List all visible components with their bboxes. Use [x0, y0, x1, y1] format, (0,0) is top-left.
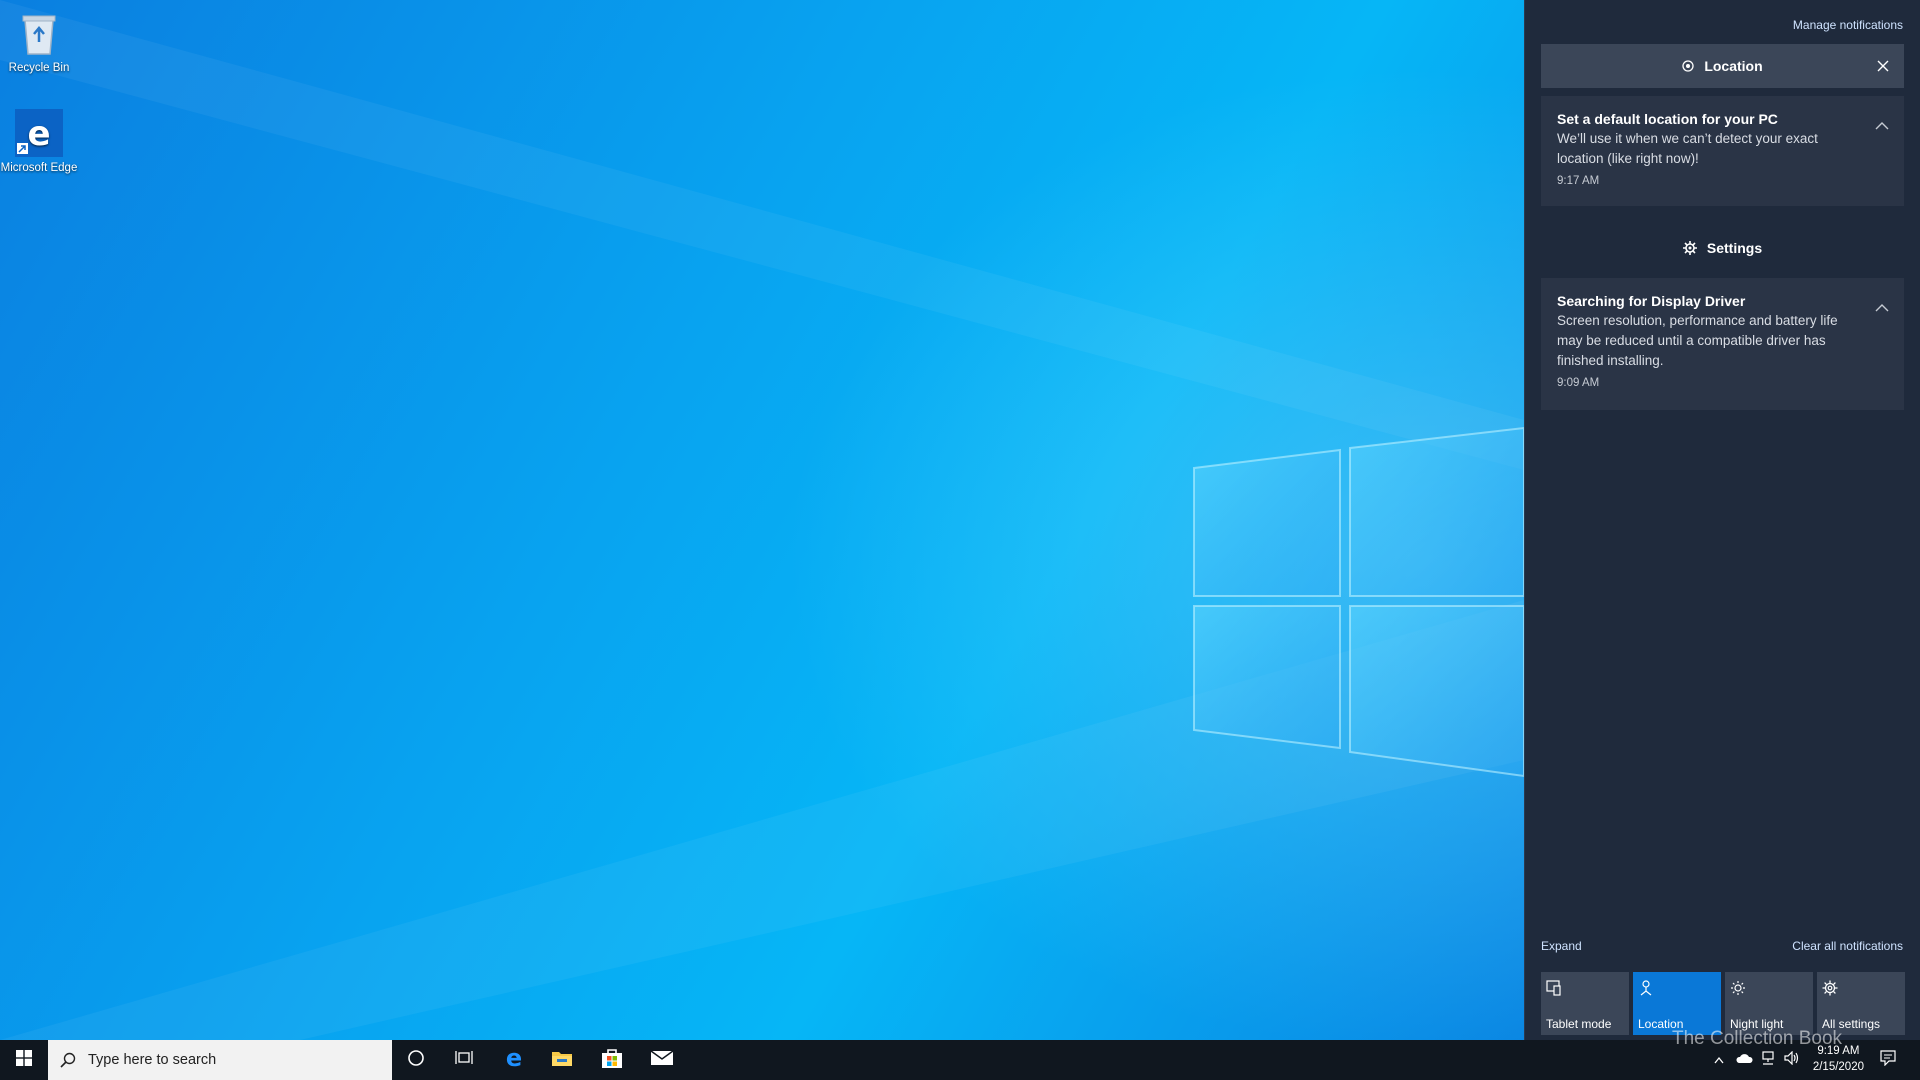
- svg-text:e: e: [27, 114, 50, 154]
- close-icon[interactable]: [1874, 57, 1892, 75]
- manage-notifications-link[interactable]: Manage notifications: [1793, 18, 1903, 32]
- task-view-button[interactable]: [440, 1040, 488, 1080]
- windows-logo-icon: [16, 1049, 32, 1071]
- wallpaper: [0, 0, 1524, 1040]
- location-icon: [1638, 980, 1716, 998]
- task-view-icon: [455, 1050, 473, 1071]
- action-center-button[interactable]: [1870, 1040, 1906, 1080]
- search-placeholder: Type here to search: [88, 1052, 217, 1068]
- quick-action-location[interactable]: Location: [1633, 972, 1721, 1035]
- search-icon: [48, 1052, 88, 1068]
- notification-title: Set a default location for your PC: [1557, 111, 1778, 127]
- chevron-up-icon[interactable]: [1874, 118, 1890, 130]
- notification-body: We’ll use it when we can’t detect your e…: [1557, 131, 1818, 166]
- file-explorer-icon: [551, 1049, 573, 1072]
- taskbar-edge-button[interactable]: e: [490, 1040, 538, 1080]
- group-header-label: Location: [1704, 58, 1763, 74]
- desktop-icon-label: Microsoft Edge: [0, 162, 78, 174]
- edge-icon: e: [502, 1044, 526, 1075]
- notification-group-location[interactable]: Location: [1541, 44, 1904, 88]
- taskbar-store-button[interactable]: [588, 1040, 636, 1080]
- night-light-icon: [1730, 980, 1808, 998]
- mail-icon: [650, 1049, 674, 1072]
- store-icon: [601, 1047, 623, 1074]
- clock-date: 2/15/2020: [1812, 1061, 1864, 1073]
- taskbar-file-explorer-button[interactable]: [538, 1040, 586, 1080]
- cortana-button[interactable]: [392, 1040, 440, 1080]
- action-center: Manage notifications Location Set a defa…: [1524, 0, 1920, 1040]
- volume-icon: [1784, 1050, 1800, 1070]
- onedrive-cloud-icon: [1735, 1051, 1753, 1069]
- taskbar-mail-button[interactable]: [638, 1040, 686, 1080]
- notification-card[interactable]: Searching for Display Driver Screen reso…: [1541, 278, 1904, 410]
- watermark-text: The Collection Book: [1672, 1028, 1843, 1049]
- gear-icon: [1682, 241, 1697, 255]
- desktop-icon-recycle-bin[interactable]: Recycle Bin: [0, 8, 78, 75]
- notification-body: Screen resolution, performance and batte…: [1557, 313, 1838, 368]
- quick-action-night-light[interactable]: Night light: [1725, 972, 1813, 1035]
- desktop-icon-label: Recycle Bin: [8, 62, 70, 74]
- notification-title: Searching for Display Driver: [1557, 293, 1746, 309]
- notification-time: 9:09 AM: [1557, 377, 1600, 389]
- start-button[interactable]: [0, 1040, 48, 1080]
- notifications-icon: [1880, 1049, 1896, 1071]
- chevron-up-icon: [1714, 1051, 1724, 1069]
- group-header-label: Settings: [1706, 240, 1763, 256]
- network-icon: [1760, 1050, 1776, 1070]
- location-icon: [1682, 60, 1694, 72]
- notification-card[interactable]: Set a default location for your PC We’ll…: [1541, 96, 1904, 206]
- quick-action-all-settings[interactable]: All settings: [1817, 972, 1905, 1035]
- taskbar-search-box[interactable]: Type here to search: [48, 1040, 392, 1080]
- notification-group-settings[interactable]: Settings: [1541, 226, 1904, 270]
- cortana-icon: [407, 1049, 425, 1072]
- expand-link[interactable]: Expand: [1541, 939, 1582, 953]
- clear-all-notifications-link[interactable]: Clear all notifications: [1792, 939, 1903, 953]
- edge-icon: e: [13, 108, 65, 158]
- notification-time: 9:17 AM: [1557, 175, 1600, 187]
- chevron-up-icon[interactable]: [1874, 300, 1890, 312]
- quick-action-label: Tablet mode: [1546, 1017, 1612, 1031]
- gear-icon: [1822, 980, 1900, 998]
- svg-text:e: e: [506, 1046, 522, 1070]
- quick-action-tablet-mode[interactable]: Tablet mode: [1541, 972, 1629, 1035]
- desktop-icon-edge[interactable]: e Microsoft Edge: [0, 108, 78, 175]
- taskbar: Type here to search e 9:19 AM 2/15/2020: [0, 1040, 1920, 1080]
- recycle-bin-icon: [13, 8, 65, 58]
- tablet-mode-icon: [1546, 980, 1624, 998]
